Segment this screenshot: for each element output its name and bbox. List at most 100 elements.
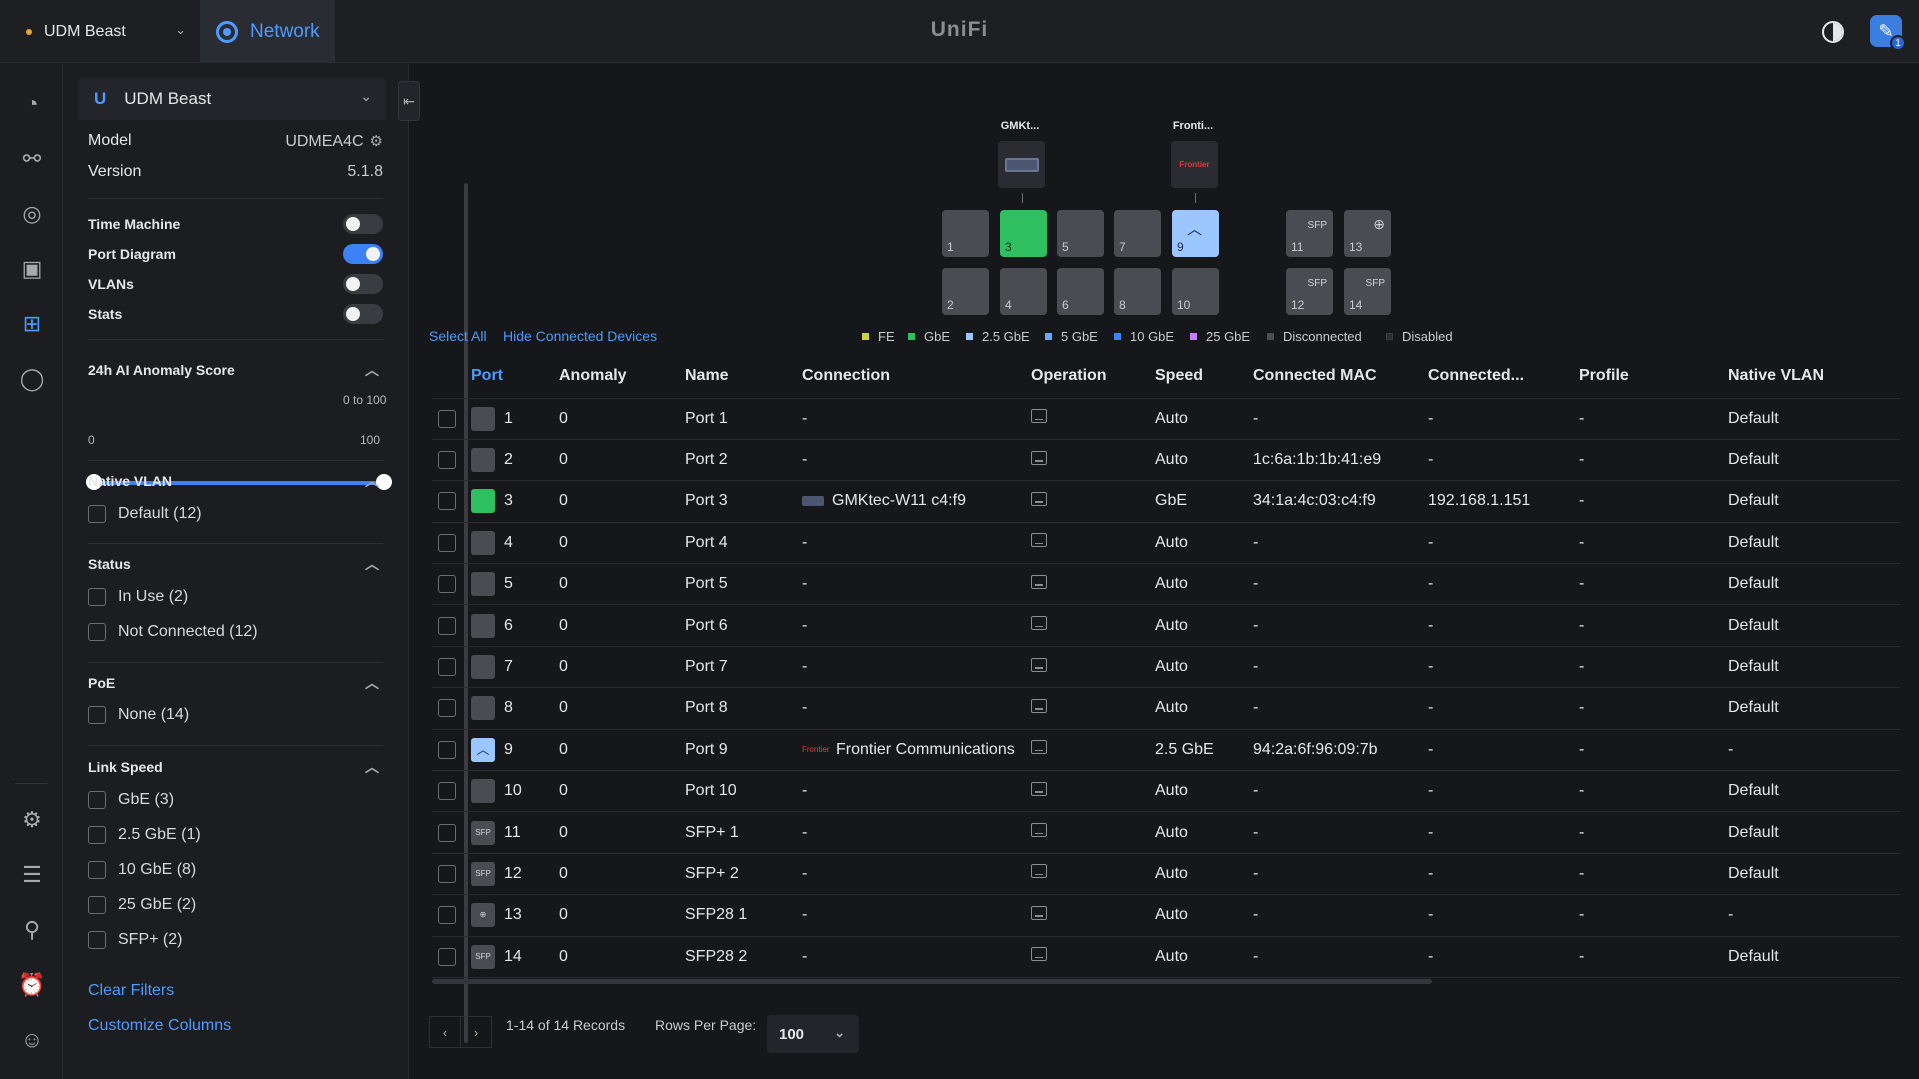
row-checkbox[interactable] [438,616,456,635]
devices-icon[interactable]: ⊞ [19,311,45,337]
diagram-port-1[interactable]: 1 [942,210,989,257]
next-page-button[interactable]: › [460,1016,492,1048]
port-name[interactable]: Port 2 [685,438,802,481]
theme-toggle-icon[interactable] [1822,21,1844,43]
poe-section-title[interactable]: PoE ︿ [88,675,383,691]
header-connected-ip[interactable]: Connected... [1428,355,1579,398]
connection-cell[interactable]: - [802,645,1031,688]
connection-cell[interactable]: - [802,604,1031,647]
topology-icon[interactable]: ⚯ [19,146,45,172]
row-checkbox[interactable] [438,864,456,883]
connection-cell[interactable]: - [802,811,1031,854]
notifications-button[interactable]: ✎ 1 [1870,15,1906,51]
filter-option[interactable]: GbE (3) [88,791,174,809]
port-name[interactable]: Port 4 [685,521,802,564]
filter-option[interactable]: 2.5 GbE (1) [88,826,201,844]
checkbox[interactable] [88,623,106,641]
table-row[interactable]: 10 0 Port 10- Auto - - - Default [432,770,1900,812]
diagram-port-10[interactable]: 10 [1172,268,1219,315]
diagram-port-5[interactable]: 5 [1057,210,1104,257]
connection-cell[interactable]: - [802,563,1031,605]
row-checkbox[interactable] [438,451,456,470]
diagram-port-2[interactable]: 2 [942,268,989,315]
row-checkbox[interactable] [438,658,456,677]
table-row[interactable]: ︿ 9 0 Port 9 Frontier Frontier Communications… [432,728,1900,771]
port-name[interactable]: Port 3 [685,480,802,523]
port-name[interactable]: Port 8 [685,687,802,730]
port-diagram-switch[interactable] [343,244,383,264]
connection-cell[interactable]: - [802,521,1031,564]
diagram-port-4[interactable]: 4 [1000,268,1047,315]
header-anomaly[interactable]: Anomaly [559,355,685,398]
port-name[interactable]: Port 10 [685,770,802,812]
insights-icon[interactable]: ◯ [19,366,45,392]
time-machine-switch[interactable] [343,214,383,234]
row-checkbox[interactable] [438,575,456,594]
header-connected-mac[interactable]: Connected MAC [1253,355,1428,398]
filter-option[interactable]: Not Connected (12) [88,623,258,641]
port-name[interactable]: SFP28 1 [685,894,802,937]
checkbox[interactable] [88,826,106,844]
row-checkbox[interactable] [438,947,456,966]
table-row[interactable]: 4 0 Port 4- Auto - - - Default [432,521,1900,564]
clients-icon[interactable]: ▣ [19,256,45,282]
table-row[interactable]: 3 0 Port 3 GMKtec-W11 c4:f9 GbE 34:1a:4c:03:c… [432,480,1900,523]
row-checkbox[interactable] [438,699,456,718]
checkbox[interactable] [88,505,106,523]
row-checkbox[interactable] [438,492,456,511]
prev-page-button[interactable]: ‹ [429,1016,461,1048]
integrations-icon[interactable]: ⚲ [19,917,45,943]
header-native-vlan[interactable]: Native VLAN [1728,355,1900,398]
connection-cell[interactable]: GMKtec-W11 c4:f9 [802,480,1031,523]
gear-icon[interactable]: ⚙ [370,133,383,150]
port-name[interactable]: SFP+ 2 [685,852,802,895]
checkbox[interactable] [88,931,106,949]
settings-icon[interactable]: ⚙ [19,807,45,833]
checkbox[interactable] [88,706,106,724]
filter-option[interactable]: 10 GbE (8) [88,861,196,879]
hide-connected-devices-link[interactable]: Hide Connected Devices [503,328,657,344]
admins-icon[interactable]: ☺ [19,1027,45,1053]
diagram-port-8[interactable]: 8 [1114,268,1161,315]
row-checkbox[interactable] [438,740,456,759]
row-checkbox[interactable] [438,409,456,428]
connection-cell[interactable]: Frontier Frontier Communications [802,728,1031,771]
table-row[interactable]: 8 0 Port 8- Auto - - - Default [432,687,1900,730]
connection-cell[interactable]: - [802,852,1031,895]
rows-per-page-select[interactable]: 100 ⌄ [767,1015,859,1053]
header-name[interactable]: Name [685,355,802,398]
device-selector[interactable]: U UDM Beast ⌄ [78,78,386,120]
port-name[interactable]: SFP28 2 [685,935,802,978]
connection-cell[interactable]: - [802,438,1031,481]
status-section-title[interactable]: Status ︿ [88,556,383,572]
connection-cell[interactable]: - [802,894,1031,937]
anomaly-section-title[interactable]: 24h AI Anomaly Score ︿ [88,362,383,378]
table-row[interactable]: SFP 12 0 SFP+ 2- Auto - - - Default [432,852,1900,895]
filter-option[interactable]: In Use (2) [88,588,188,606]
clear-filters-link[interactable]: Clear Filters [88,982,174,1000]
diagram-port-7[interactable]: 7 [1114,210,1161,257]
select-all-link[interactable]: Select All [429,328,487,344]
table-row[interactable]: 6 0 Port 6- Auto - - - Default [432,604,1900,647]
diagram-port-9[interactable]: ︿ 9 [1172,210,1219,257]
table-row[interactable]: SFP 14 0 SFP28 2- Auto - - - Default [432,935,1900,978]
stats-switch[interactable] [343,304,383,324]
native-vlan-section-title[interactable]: Native VLAN ︿ [88,473,383,489]
table-horizontal-scrollbar[interactable] [432,979,1432,984]
link-speed-section-title[interactable]: Link Speed ︿ [88,759,383,775]
connection-cell[interactable]: - [802,397,1031,440]
checkbox[interactable] [88,588,106,606]
header-connection[interactable]: Connection [802,355,1031,398]
table-row[interactable]: 2 0 Port 2- Auto 1c:6a:1b:1b:41:e9- - Default [432,438,1900,481]
filter-option[interactable]: None (14) [88,706,189,724]
frontier-device-thumb[interactable]: Frontier [1171,141,1218,188]
diagram-port-3[interactable]: 3 [1000,210,1047,257]
row-checkbox[interactable] [438,906,456,925]
site-selector[interactable]: UDM Beast ⌄ [0,0,200,63]
port-name[interactable]: Port 6 [685,604,802,647]
diagram-port-11[interactable]: SFP 11 [1286,210,1333,257]
table-row[interactable]: 7 0 Port 7- Auto - - - Default [432,645,1900,688]
network-app-tab[interactable]: Network [200,0,335,63]
header-speed[interactable]: Speed [1155,355,1253,398]
port-name[interactable]: Port 7 [685,645,802,688]
